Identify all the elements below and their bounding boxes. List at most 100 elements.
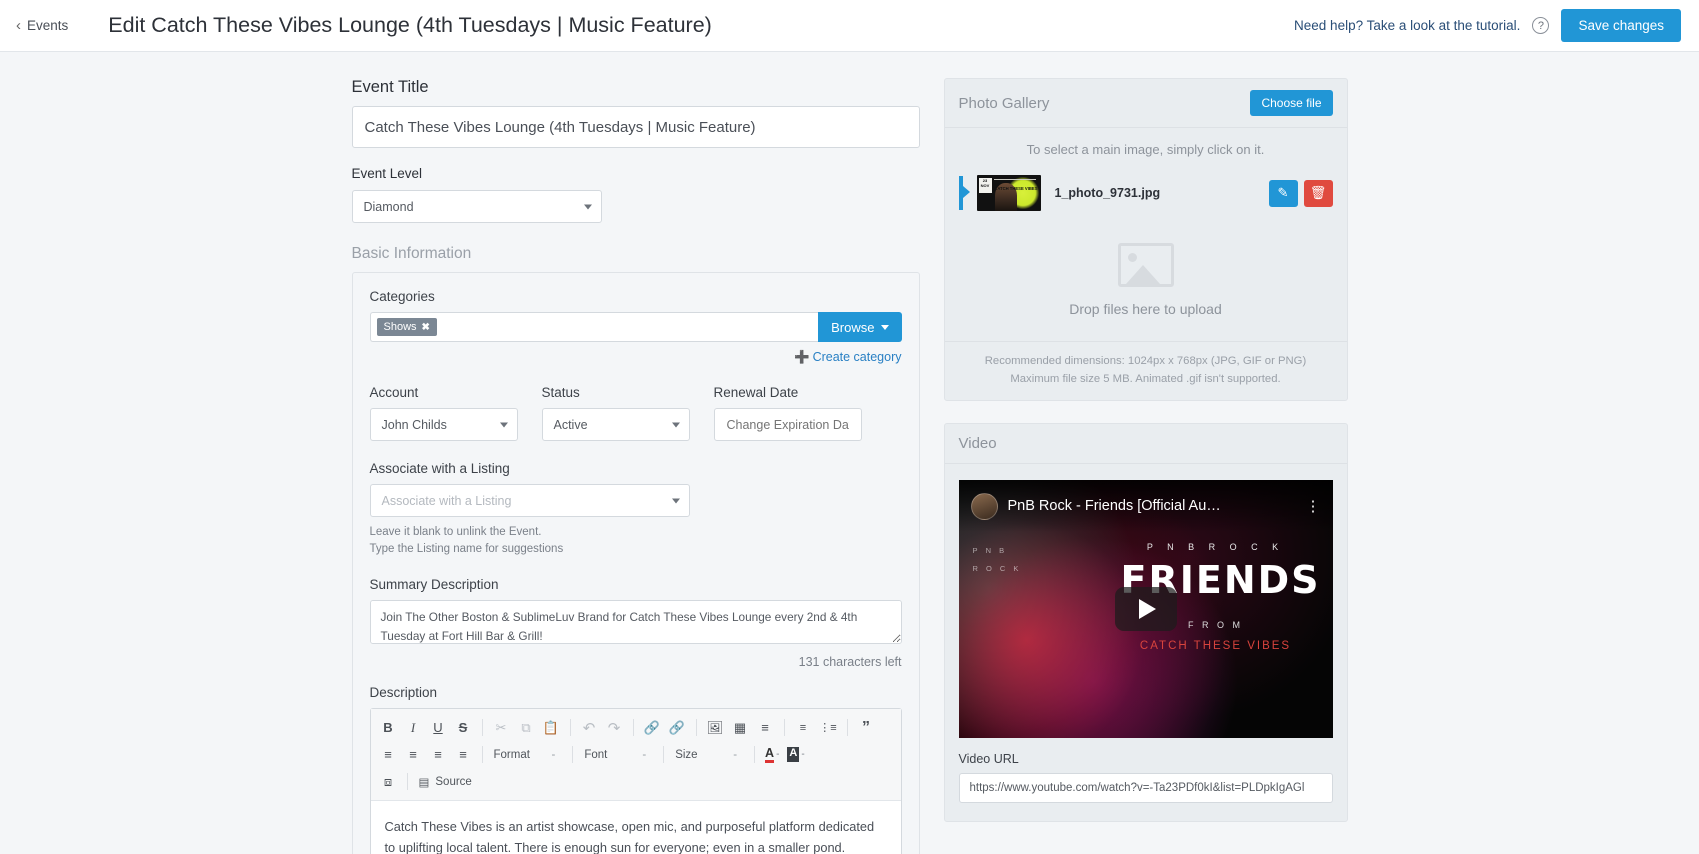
video-card: Video P N BR O C K P N B R O C K FRIENDS… (943, 423, 1348, 823)
trash-icon[interactable]: 🗑 (1303, 179, 1333, 207)
editor-toolbar: B I U S ✂ ⧉ 📋 ↶ ↷ 🔗 🔗 🖼 ▦ ≡ ≡ ⋮≡ ” ≡ ≡ ≡… (370, 709, 901, 802)
description-rich-text-editor: B I U S ✂ ⧉ 📋 ↶ ↷ 🔗 🔗 🖼 ▦ ≡ ≡ ⋮≡ ” ≡ ≡ ≡… (369, 708, 902, 854)
thumb-date-month: NOV (980, 182, 990, 188)
close-x-icon[interactable]: ✖ (422, 322, 430, 333)
numbered-list-icon[interactable]: ≡ (792, 716, 815, 739)
align-right-icon[interactable]: ≡ (427, 743, 450, 766)
main-image-marker (958, 176, 970, 210)
align-left-icon[interactable]: ≡ (377, 743, 400, 766)
text-color-icon[interactable]: A - (762, 746, 782, 763)
underline-icon[interactable]: U (427, 716, 450, 739)
plus-icon: ➕ (793, 350, 810, 364)
play-button-icon[interactable] (1114, 587, 1177, 632)
description-editor-body[interactable]: Catch These Vibes is an artist showcase,… (371, 801, 901, 854)
categories-input[interactable]: Shows ✖ (369, 312, 819, 342)
status-value: Active (553, 417, 588, 432)
event-title-label: Event Title (351, 78, 429, 96)
video-player[interactable]: P N BR O C K P N B R O C K FRIENDS F R O… (958, 480, 1333, 739)
chevron-down-icon: - (551, 748, 556, 761)
photo-gallery-title: Photo Gallery (958, 94, 1050, 112)
summary-description-textarea[interactable]: Join The Other Boston & SublimeLuv Brand… (369, 600, 902, 645)
copy-icon[interactable]: ⧉ (515, 716, 538, 739)
category-tag-label: Shows (383, 321, 417, 333)
image-placeholder-icon (1117, 243, 1174, 287)
chevron-down-icon (671, 498, 680, 503)
cut-icon[interactable]: ✂ (490, 716, 513, 739)
italic-icon[interactable]: I (402, 716, 425, 739)
browse-label: Browse (831, 319, 875, 335)
video-body: P N BR O C K P N B R O C K FRIENDS F R O… (945, 464, 1347, 821)
toolbar-divider (632, 719, 634, 737)
video-brand-source: CATCH THESE VIBES (1139, 640, 1292, 653)
toolbar-divider (481, 746, 483, 764)
media-column: Photo Gallery Choose file To select a ma… (943, 78, 1348, 854)
pencil-icon[interactable]: ✎ (1268, 179, 1298, 207)
paste-icon[interactable]: 📋 (540, 716, 563, 739)
video-url-input[interactable] (958, 773, 1333, 804)
renewal-date-input[interactable] (713, 408, 862, 441)
characters-left-counter: 131 characters left (798, 655, 902, 670)
insert-image-icon[interactable]: 🖼 (704, 716, 727, 739)
categories-label: Categories (369, 289, 435, 304)
gallery-requirement-line-2: Maximum file size 5 MB. Animated .gif is… (1010, 373, 1281, 386)
tutorial-link[interactable]: Need help? Take a look at the tutorial. (1294, 18, 1520, 33)
horizontal-rule-icon[interactable]: ≡ (754, 716, 777, 739)
toolbar-divider (481, 719, 483, 737)
event-level-value: Diamond (363, 199, 414, 214)
video-top-bar: PnB Rock - Friends [Official Au… ⋮ (958, 480, 1333, 533)
size-dropdown[interactable]: Size - (671, 749, 747, 761)
photo-gallery-body: To select a main image, simply click on … (945, 128, 1347, 341)
more-options-icon[interactable]: ⋮ (1306, 497, 1321, 515)
basic-information-panel: Categories Shows ✖ Browse ➕ Create catego… (351, 272, 920, 854)
font-dropdown[interactable]: Font - (580, 749, 656, 761)
blockquote-icon[interactable]: ” (855, 716, 878, 739)
source-button[interactable]: ▤ Source (415, 775, 476, 789)
undo-icon[interactable]: ↶ (578, 716, 601, 739)
maximize-icon[interactable]: ⧈ (377, 770, 400, 793)
source-code-icon: ▤ (418, 776, 430, 789)
status-select[interactable]: Active (541, 408, 690, 441)
link-icon[interactable]: 🔗 (641, 716, 664, 739)
strikethrough-icon[interactable]: S (452, 716, 475, 739)
format-dropdown[interactable]: Format - (490, 749, 566, 761)
photo-file-name: 1_photo_9731.jpg (1054, 186, 1161, 200)
bulleted-list-icon[interactable]: ⋮≡ (817, 716, 840, 739)
font-label: Font (584, 748, 608, 761)
insert-table-icon[interactable]: ▦ (729, 716, 752, 739)
account-label: Account (369, 385, 419, 400)
gallery-requirement-line-1: Recommended dimensions: 1024px x 768px (… (984, 355, 1307, 367)
unlink-icon[interactable]: 🔗 (666, 716, 689, 739)
category-tag[interactable]: Shows ✖ (376, 318, 437, 336)
bold-icon[interactable]: B (377, 716, 400, 739)
save-changes-button[interactable]: Save changes (1561, 9, 1681, 42)
chevron-down-icon (499, 422, 508, 427)
redo-icon[interactable]: ↷ (603, 716, 626, 739)
toolbar-divider (754, 746, 756, 764)
thumb-rule (993, 179, 1036, 180)
source-label: Source (435, 775, 472, 788)
question-mark-icon[interactable]: ? (1532, 17, 1550, 34)
categories-row: Shows ✖ Browse (369, 312, 902, 342)
justify-icon[interactable]: ≡ (452, 743, 475, 766)
event-title-input[interactable] (351, 106, 920, 148)
editor-toolbar-row-2: ≡ ≡ ≡ ≡ Format - Font - Size - A - A - (377, 741, 895, 768)
associate-listing-select[interactable]: Associate with a Listing (369, 484, 690, 517)
create-category-link[interactable]: ➕ Create category (370, 350, 902, 365)
renewal-date-field: Renewal Date (713, 385, 862, 441)
photo-thumbnail[interactable]: 23 NOV CATCH THESE VIBES (976, 175, 1041, 211)
account-select[interactable]: John Childs (369, 408, 518, 441)
channel-avatar[interactable] (970, 492, 998, 520)
background-color-icon[interactable]: A - (784, 747, 807, 763)
event-level-select[interactable]: Diamond (351, 190, 602, 223)
topbar-actions: Need help? Take a look at the tutorial. … (1294, 9, 1681, 42)
back-to-events-link[interactable]: ‹ Events (10, 14, 74, 37)
choose-file-button[interactable]: Choose file (1250, 90, 1333, 116)
browse-categories-button[interactable]: Browse (818, 312, 902, 342)
gallery-photo-row[interactable]: 23 NOV CATCH THESE VIBES 1_photo_9731.jp… (958, 175, 1333, 211)
video-url-label: Video URL (958, 752, 1019, 767)
chevron-down-icon: - (733, 748, 738, 761)
chevron-down-icon (583, 204, 592, 209)
associate-listing-value: Associate with a Listing (381, 493, 512, 508)
align-center-icon[interactable]: ≡ (402, 743, 425, 766)
file-dropzone[interactable]: Drop files here to upload (959, 227, 1333, 323)
